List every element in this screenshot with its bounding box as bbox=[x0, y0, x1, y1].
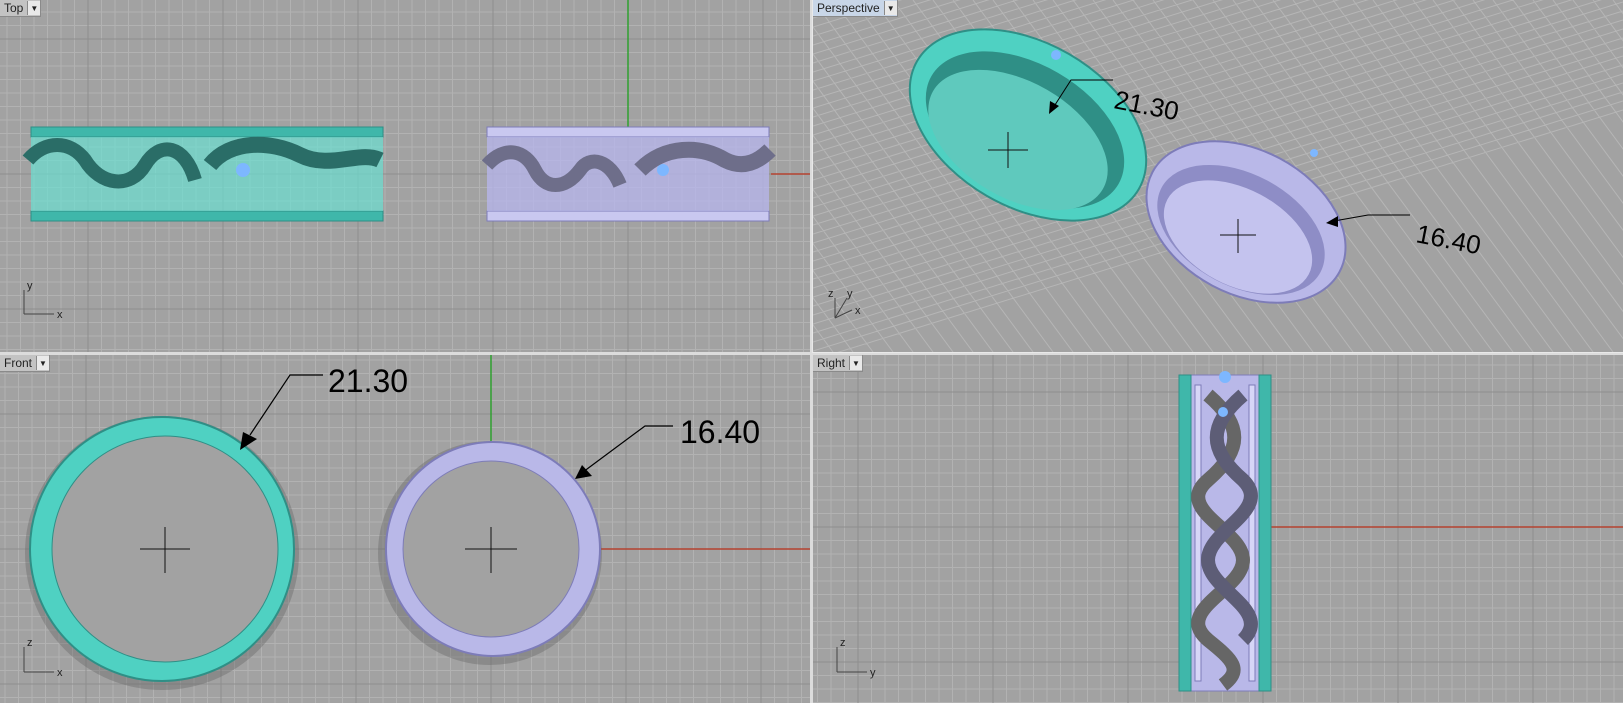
triangle-down-icon[interactable]: ▼ bbox=[27, 1, 41, 15]
rings-side-view[interactable] bbox=[1178, 371, 1272, 692]
large-ring-front[interactable] bbox=[25, 416, 299, 690]
axis-label-x: x bbox=[855, 305, 861, 317]
axis-label-y: y bbox=[870, 667, 876, 679]
viewport-perspective[interactable]: Perspective ▼ 21.30 16.40 x y z bbox=[812, 0, 1623, 353]
axis-widget-right bbox=[836, 647, 867, 673]
front-view-canvas: 21.30 16.40 x z bbox=[0, 355, 810, 703]
axis-widget-top bbox=[23, 290, 54, 315]
viewport-right[interactable]: Right ▼ y z bbox=[813, 355, 1623, 703]
axis-label-x: x bbox=[57, 667, 63, 679]
large-ring-band[interactable] bbox=[22, 126, 384, 222]
triangle-down-icon[interactable]: ▼ bbox=[849, 356, 863, 370]
viewport-label-top: Top bbox=[4, 1, 24, 15]
viewport-label-perspective: Perspective bbox=[817, 1, 880, 15]
triangle-down-icon[interactable]: ▼ bbox=[883, 1, 897, 15]
triangle-down-icon[interactable]: ▼ bbox=[36, 356, 50, 370]
viewport-top[interactable]: Top ▼ x y bbox=[0, 0, 810, 352]
axis-label-y: y bbox=[847, 288, 853, 300]
axis-label-z: z bbox=[27, 637, 33, 649]
gem-small-top bbox=[657, 164, 669, 176]
viewport-front[interactable]: Front ▼ 21.30 16.40 x z bbox=[0, 355, 810, 703]
right-view-canvas: y z bbox=[813, 355, 1623, 703]
top-view-canvas: x y bbox=[0, 0, 810, 352]
viewport-tab-front[interactable]: Front ▼ bbox=[0, 355, 51, 372]
viewport-tab-right[interactable]: Right ▼ bbox=[813, 355, 864, 372]
axis-label-z: z bbox=[840, 637, 846, 649]
dimension-label-large-front: 21.30 bbox=[328, 363, 408, 399]
viewport-tab-top[interactable]: Top ▼ bbox=[0, 0, 42, 17]
axis-label-z: z bbox=[828, 288, 834, 300]
axis-widget-front bbox=[23, 647, 54, 673]
perspective-view-canvas: 21.30 16.40 x y z bbox=[813, 0, 1623, 352]
small-ring-front[interactable] bbox=[378, 441, 602, 665]
leader-small-front bbox=[582, 425, 673, 473]
axis-label-y: y bbox=[27, 280, 33, 292]
rhino-viewport-layout: Top ▼ x y Perspective ▼ 21.30 16.40 x y … bbox=[0, 0, 1623, 703]
viewport-tab-perspective[interactable]: Perspective ▼ bbox=[813, 0, 898, 17]
small-ring-band[interactable] bbox=[481, 126, 776, 222]
dimension-label-small-perspective: 16.40 bbox=[1414, 218, 1484, 260]
gem-large-top bbox=[236, 163, 250, 177]
dimension-label-small-front: 16.40 bbox=[680, 414, 760, 450]
viewport-label-right: Right bbox=[817, 356, 846, 370]
axis-label-x: x bbox=[57, 309, 63, 321]
leader-large-front bbox=[249, 374, 323, 436]
viewport-label-front: Front bbox=[4, 356, 33, 370]
